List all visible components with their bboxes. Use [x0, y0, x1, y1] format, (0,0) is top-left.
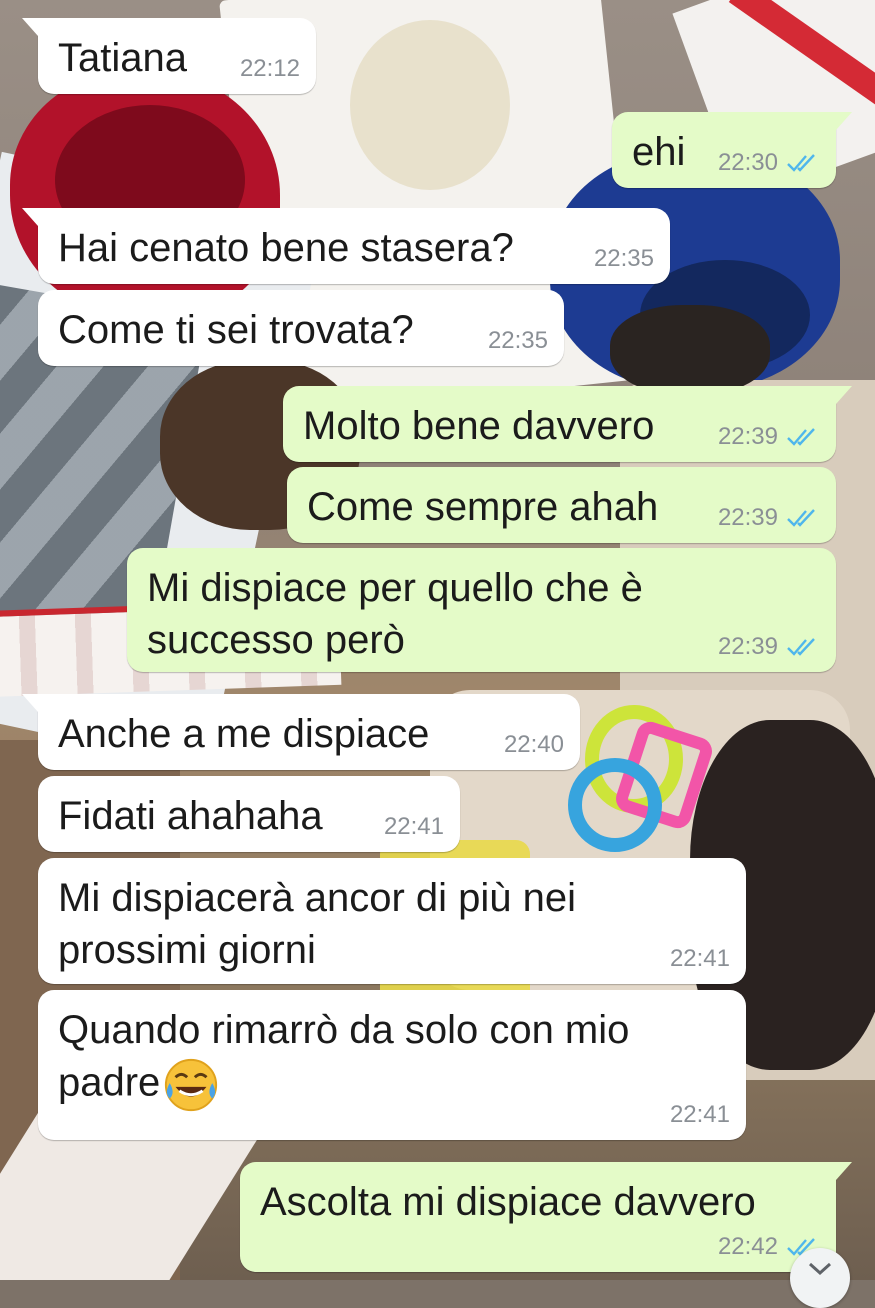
message-bubble-incoming[interactable]: Anche a me dispiace 22:40: [22, 694, 580, 770]
chevron-down-icon: [808, 1262, 832, 1276]
message-bubble-outgoing[interactable]: Molto bene davvero 22:39: [283, 386, 852, 462]
message-text: Ascolta mi dispiace davvero: [260, 1180, 756, 1224]
message-bubble-outgoing[interactable]: ehi 22:30: [612, 112, 852, 188]
message-bubble-incoming[interactable]: Come ti sei trovata? 22:35: [38, 290, 564, 366]
message-bubble-incoming[interactable]: Mi dispiacerà ancor di più nei prossimi …: [38, 858, 746, 984]
message-time: 22:39: [717, 504, 778, 531]
message-time: 22:42: [717, 1233, 778, 1260]
message-time: 22:35: [593, 245, 654, 272]
message-text: Fidati ahahaha: [58, 794, 323, 838]
message-time: 22:39: [717, 423, 778, 450]
message-bubble-outgoing[interactable]: Ascolta mi dispiace davvero 22:42: [240, 1162, 852, 1272]
message-text: Anche a me dispiace: [58, 712, 430, 756]
double-check-icon: [787, 154, 815, 172]
message-time: 22:41: [669, 945, 730, 972]
message-bubble-outgoing[interactable]: Come sempre ahah 22:39: [287, 467, 836, 543]
message-bubble-incoming[interactable]: Tatiana 22:12: [22, 18, 316, 94]
message-time: 22:35: [487, 327, 548, 354]
conversation: Tatiana 22:12 ehi 22:30 Hai cenato bene …: [0, 0, 875, 1308]
message-text: Mi dispiace per quello che è successo pe…: [147, 566, 643, 662]
message-text: Mi dispiacerà ancor di più nei prossimi …: [58, 876, 577, 972]
double-check-icon: [787, 638, 815, 656]
message-text: Hai cenato bene stasera?: [58, 226, 514, 270]
message-time: 22:30: [717, 149, 778, 176]
message-text: Quando rimarrò da solo con mio padre: [58, 1004, 726, 1114]
face-with-tears-of-joy-icon: [165, 1058, 218, 1112]
message-time: 22:40: [503, 731, 564, 758]
message-bubble-incoming[interactable]: Fidati ahahaha 22:41: [38, 776, 460, 852]
message-text: Come ti sei trovata?: [58, 308, 414, 352]
message-time: 22:12: [239, 55, 300, 82]
double-check-icon: [787, 428, 815, 446]
message-bubble-outgoing[interactable]: Mi dispiace per quello che è successo pe…: [127, 548, 836, 672]
scroll-to-bottom-button[interactable]: [790, 1248, 850, 1308]
message-bubble-incoming[interactable]: Quando rimarrò da solo con mio padre 22:…: [38, 990, 746, 1140]
message-time: 22:41: [669, 1101, 730, 1128]
message-time: 22:41: [383, 813, 444, 840]
message-time: 22:39: [717, 633, 778, 660]
double-check-icon: [787, 509, 815, 527]
message-bubble-incoming[interactable]: Hai cenato bene stasera? 22:35: [22, 208, 670, 284]
